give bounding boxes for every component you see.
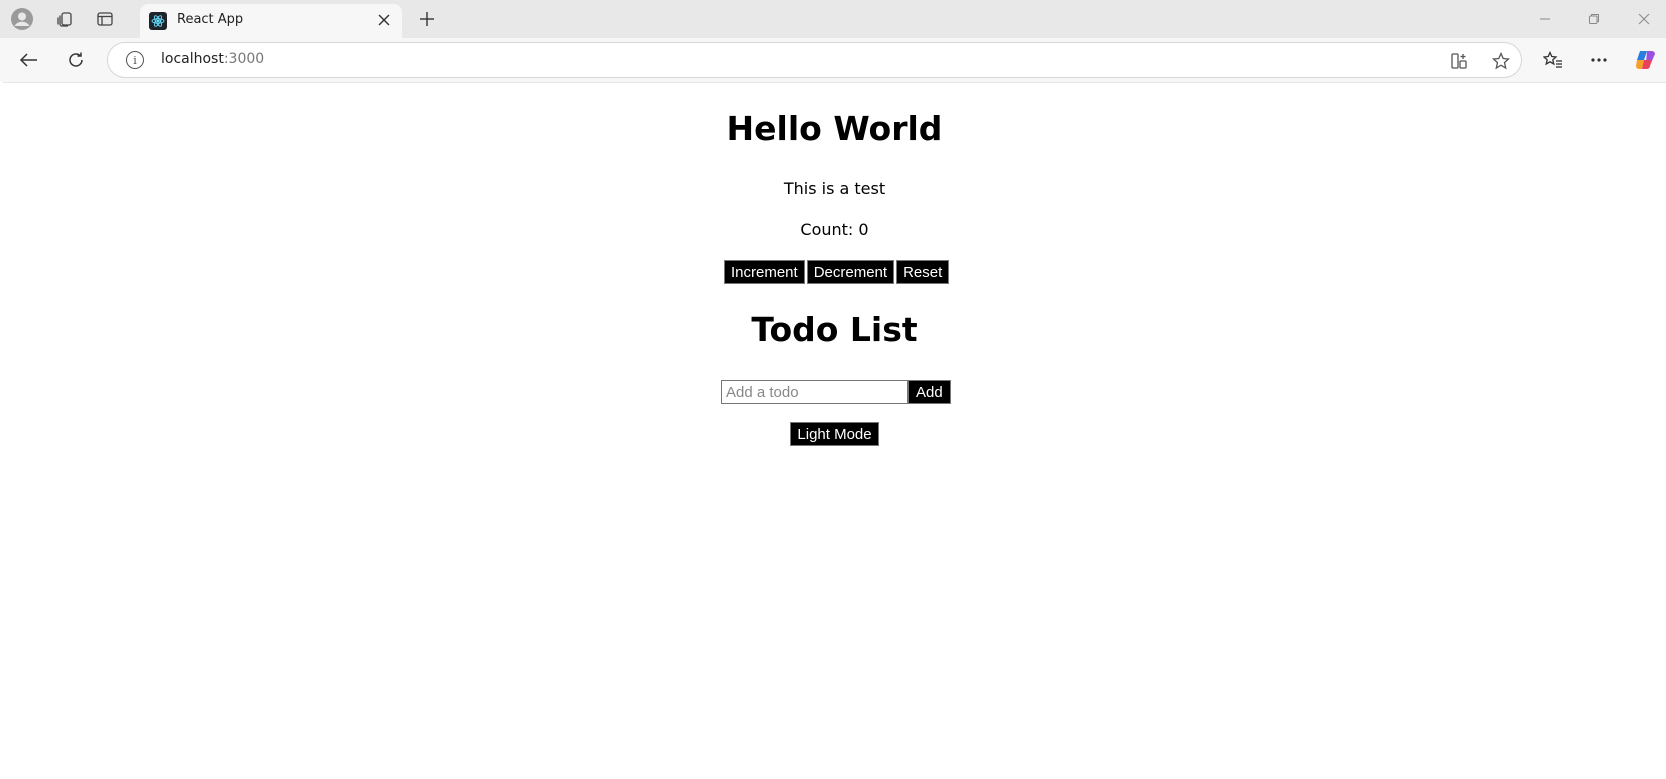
browser-toolbar: i localhost:3000	[0, 38, 1666, 82]
minimize-icon[interactable]	[1530, 6, 1560, 32]
site-info-icon[interactable]: i	[126, 51, 144, 69]
back-arrow-icon[interactable]	[14, 46, 44, 74]
address-bar[interactable]: i localhost:3000	[107, 42, 1522, 78]
subtitle-text: This is a test	[783, 179, 886, 198]
favorites-icon[interactable]	[1538, 46, 1568, 74]
vertical-tabs-icon[interactable]	[92, 6, 118, 32]
decrement-button[interactable]: Decrement	[806, 260, 895, 284]
profile-avatar-icon[interactable]	[9, 6, 35, 32]
address-text: localhost:3000	[161, 51, 265, 67]
reset-button[interactable]: Reset	[896, 260, 950, 284]
more-options-icon[interactable]	[1584, 46, 1614, 74]
react-favicon-icon	[149, 12, 167, 30]
count-display: Count: 0	[800, 220, 869, 239]
page-viewport: Hello World This is a test Count: 0 Incr…	[3, 82, 1666, 730]
close-tab-icon[interactable]	[374, 10, 394, 30]
todo-input[interactable]	[721, 380, 908, 404]
copilot-icon[interactable]	[1631, 46, 1661, 74]
page-title: Hello World	[726, 109, 943, 148]
mode-toggle-wrap: Light Mode	[3, 422, 1666, 446]
close-window-icon[interactable]	[1629, 6, 1659, 32]
counter-controls: Increment Decrement Reset	[724, 260, 950, 284]
todo-title: Todo List	[751, 310, 918, 349]
tab-title: React App	[177, 12, 244, 27]
increment-button[interactable]: Increment	[724, 260, 805, 284]
tab-react-app[interactable]: React App	[140, 4, 402, 38]
restore-icon[interactable]	[1579, 6, 1609, 32]
todo-form: Add	[721, 380, 951, 404]
new-tab-icon[interactable]	[414, 6, 440, 32]
add-todo-button[interactable]: Add	[908, 380, 951, 404]
workspaces-icon[interactable]	[52, 6, 78, 32]
split-screen-icon[interactable]	[1447, 50, 1471, 72]
favorite-star-icon[interactable]	[1489, 50, 1513, 72]
light-mode-button[interactable]: Light Mode	[790, 422, 879, 446]
reload-icon[interactable]	[61, 46, 91, 74]
browser-tab-bar: React App	[0, 0, 1666, 38]
